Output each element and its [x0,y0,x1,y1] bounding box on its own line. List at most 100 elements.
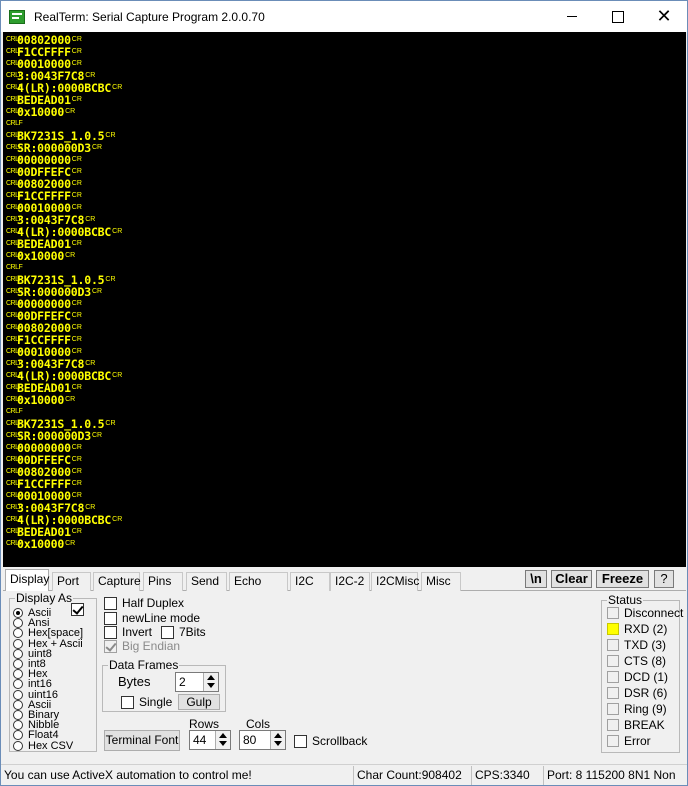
newline-mode-checkbox[interactable] [104,611,117,625]
spin-up-icon[interactable] [274,733,282,738]
scrollback-label: Scrollback [312,734,368,748]
scrollback-checkbox[interactable] [294,734,307,748]
bytes-spinner[interactable]: 2 [175,672,219,692]
spin-up-icon[interactable] [219,733,227,738]
tab-send[interactable]: Send [186,572,227,591]
single-checkbox[interactable] [121,695,134,709]
display-as-option[interactable]: Hex[space] [13,628,83,639]
status-led-icon [607,735,619,747]
cols-spinner[interactable]: 80 [239,730,286,750]
crlf-glyph: CRLF [6,408,23,415]
spin-down-icon[interactable] [274,741,282,746]
radio-button[interactable] [13,638,23,649]
crlf-glyph: CRLF [6,444,23,451]
status-item-label: DCD (1) [624,670,668,684]
status-led-icon [607,655,619,667]
cr-glyph: CR [71,48,82,55]
close-button[interactable]: ✕ [641,1,687,32]
status-item: Disconnect [607,606,683,620]
big-endian-option: Big Endian [104,639,180,653]
tab-echo-port[interactable]: Echo Port [229,572,288,605]
terminal-output[interactable]: CRLF 00802000 CR CRLF F1CCFFFF CR CRLF 00010000… [3,32,686,567]
tab-i2c[interactable]: I2C [290,572,330,591]
spin-up-icon[interactable] [207,675,215,680]
minimize-button[interactable] [549,1,595,32]
display-as-checkbox[interactable] [71,603,84,616]
scrollback-option[interactable]: Scrollback [294,734,367,748]
seven-bits-option[interactable]: 7Bits [161,625,206,639]
crlf-glyph: CRLF [6,480,23,487]
radio-button[interactable] [13,730,23,741]
tab-i2cmisc[interactable]: I2CMisc [371,572,419,591]
rows-spin-arrows[interactable] [215,731,230,749]
tab-i2c-2[interactable]: I2C-2 [330,572,370,591]
tab-misc[interactable]: Misc [421,572,461,591]
status-item: DSR (6) [607,686,667,700]
tab-port[interactable]: Port [52,572,91,591]
invert-checkbox[interactable] [104,625,117,639]
help-button[interactable]: ? [654,570,674,588]
clear-button[interactable]: Clear [551,570,592,588]
seven-bits-checkbox[interactable] [161,625,174,639]
crlf-glyph: CRLF [6,84,23,91]
radio-button[interactable] [13,710,23,720]
terminal-text: 0x10000 [17,393,65,407]
crlf-glyph: CRLF [6,492,23,499]
title-bar[interactable]: RealTerm: Serial Capture Program 2.0.0.7… [1,1,687,32]
data-frames-label: Data Frames [108,658,180,672]
radio-button[interactable] [13,689,23,700]
radio-button[interactable] [13,669,23,680]
terminal-text: 0x10000 [17,249,65,263]
crlf-glyph: CRLF [6,168,23,175]
single-option[interactable]: Single [121,695,172,709]
display-as-option[interactable]: int16 [13,679,52,690]
terminal-line: CRLF 00010000 CR [6,58,686,70]
cr-glyph: CR [91,432,103,439]
cr-glyph: CR [71,96,82,103]
status-bar: You can use ActiveX automation to contro… [1,764,687,785]
crlf-glyph: CRLF [6,108,23,115]
spin-down-icon[interactable] [219,741,227,746]
radio-button[interactable] [13,679,23,690]
terminal-line: CRLF SR:000000D3 CR [6,430,686,442]
gulp-button[interactable]: Gulp [178,694,220,710]
invert-option[interactable]: Invert [104,625,152,639]
terminal-line: CRLF F1CCFFFF CR [6,478,686,490]
terminal-line: CRLF 00000000 CR [6,298,686,310]
tab-capture[interactable]: Capture [93,572,141,591]
maximize-button[interactable] [595,1,641,32]
radio-button[interactable] [13,659,23,669]
radio-button[interactable] [13,608,23,618]
terminal-font-button[interactable]: Terminal Font [104,730,180,751]
terminal-line: CRLF [6,406,686,418]
crlf-glyph: CRLF [6,516,23,523]
radio-button[interactable] [13,618,23,629]
radio-button[interactable] [13,628,23,639]
radio-button[interactable] [13,720,23,731]
cr-glyph: CR [112,228,123,235]
half-duplex-checkbox[interactable] [104,596,117,610]
rows-spinner[interactable]: 44 [189,730,231,750]
freeze-button[interactable]: Freeze [596,570,649,588]
status-led-icon [607,607,619,619]
crlf-glyph: CRLF [6,324,23,331]
status-item-label: Disconnect [624,606,684,620]
terminal-text: 0x10000 [17,105,65,119]
cols-spin-arrows[interactable] [270,731,285,749]
display-as-option[interactable]: Float4 [13,730,59,741]
status-led-icon [607,719,619,731]
newline-button[interactable]: \n [525,570,547,588]
bytes-spin-arrows[interactable] [203,673,218,691]
spin-down-icon[interactable] [207,683,215,688]
half-duplex-option[interactable]: Half Duplex [104,596,184,610]
display-tab-panel: Display As Ascii Ansi Hex[space] Hex + Asci… [3,591,686,763]
display-as-option[interactable]: Hex CSV [13,740,73,751]
radio-button[interactable] [13,699,23,710]
crlf-glyph: CRLF [6,504,23,511]
radio-button[interactable] [13,648,23,659]
radio-button[interactable] [13,740,23,751]
crlf-glyph: CRLF [6,228,23,235]
tab-display[interactable]: Display [5,569,49,591]
tab-pins[interactable]: Pins [143,572,183,591]
newline-mode-option[interactable]: newLine mode [104,611,200,625]
